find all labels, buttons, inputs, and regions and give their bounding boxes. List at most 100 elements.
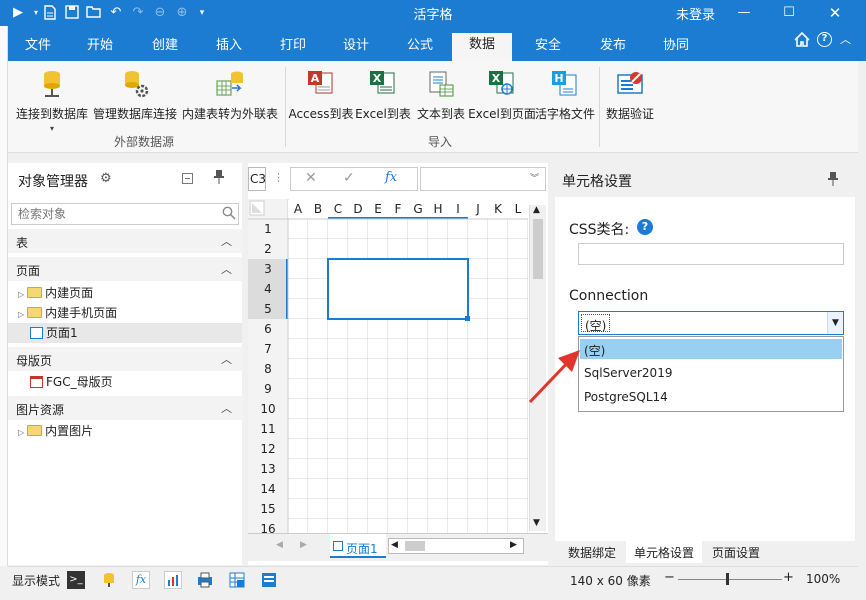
- table-mode-icon[interactable]: [228, 571, 246, 589]
- section-images[interactable]: 图片资源 ︿: [8, 396, 242, 420]
- excel-to-page-button[interactable]: X Excel到页面: [466, 69, 538, 122]
- function-icon[interactable]: fx: [385, 170, 397, 185]
- column-header[interactable]: B: [308, 200, 328, 218]
- cancel-icon[interactable]: ✕: [305, 170, 317, 186]
- column-header[interactable]: H: [428, 200, 448, 218]
- row-header[interactable]: 13: [248, 459, 288, 479]
- tree-item-mobile-pages[interactable]: ▷ 内建手机页面: [18, 303, 117, 323]
- zoom-slider-track[interactable]: [678, 579, 782, 580]
- zoom-slider-thumb[interactable]: [726, 573, 729, 585]
- close-icon[interactable]: ✕: [820, 2, 850, 24]
- chart-mode-icon[interactable]: [164, 571, 182, 589]
- row-header[interactable]: 9: [248, 379, 288, 399]
- pin-icon[interactable]: [828, 172, 838, 189]
- confirm-icon[interactable]: ✓: [343, 170, 355, 186]
- manage-connections-button[interactable]: 管理数据库连接: [92, 69, 178, 122]
- formula-mode-icon[interactable]: fx: [132, 571, 150, 589]
- row-header[interactable]: 10: [248, 399, 288, 419]
- column-header[interactable]: K: [488, 200, 508, 218]
- row-header[interactable]: 14: [248, 479, 288, 499]
- formula-input[interactable]: ︾: [420, 167, 546, 191]
- scroll-right-icon[interactable]: ▶: [510, 540, 517, 550]
- access-to-table-button[interactable]: A Access到表: [288, 69, 354, 122]
- tab-formula[interactable]: 公式: [407, 34, 433, 53]
- tab-cell-settings[interactable]: 单元格设置: [626, 541, 703, 563]
- zoom-out-button[interactable]: −: [664, 570, 675, 585]
- column-header[interactable]: J: [468, 200, 488, 218]
- tab-collaborate[interactable]: 协同: [663, 34, 689, 53]
- expand-arrow-icon[interactable]: ▷: [18, 428, 24, 437]
- expand-arrow-icon[interactable]: ▷: [18, 290, 24, 299]
- row-header[interactable]: 2: [248, 239, 288, 259]
- zoom-in-button[interactable]: +: [783, 570, 794, 585]
- h-scroll-thumb[interactable]: [405, 541, 425, 551]
- column-header[interactable]: A: [288, 200, 308, 218]
- row-header[interactable]: 8: [248, 359, 288, 379]
- tab-print[interactable]: 打印: [280, 34, 306, 53]
- tab-home[interactable]: 开始: [87, 34, 113, 53]
- row-header[interactable]: 1: [248, 219, 288, 239]
- tab-data[interactable]: 数据: [452, 33, 513, 61]
- collapse-all-icon[interactable]: [182, 173, 193, 184]
- section-pages[interactable]: 页面 ︿: [8, 257, 242, 281]
- expand-formula-icon[interactable]: ︾: [530, 171, 539, 184]
- css-class-input[interactable]: [578, 243, 844, 265]
- tab-data-binding[interactable]: 数据绑定: [568, 544, 616, 561]
- tree-item-builtin-images[interactable]: ▷ 内置图片: [18, 421, 93, 441]
- row-header[interactable]: 15: [248, 499, 288, 519]
- row-header[interactable]: 7: [248, 339, 288, 359]
- column-header[interactable]: F: [388, 200, 408, 218]
- section-master-pages[interactable]: 母版页 ︿: [8, 347, 242, 371]
- help-icon[interactable]: ?: [817, 32, 832, 47]
- gear-icon[interactable]: ⚙: [100, 171, 112, 186]
- next-sheet-icon[interactable]: ▶: [300, 540, 307, 550]
- minimize-icon[interactable]: —: [729, 2, 759, 24]
- section-table[interactable]: 表 ︿: [8, 229, 242, 253]
- column-header[interactable]: I: [448, 200, 468, 218]
- tree-item-builtin-pages[interactable]: ▷ 内建页面: [18, 283, 93, 303]
- excel-to-table-button[interactable]: X Excel到表: [354, 69, 412, 122]
- scroll-thumb[interactable]: [533, 219, 543, 279]
- row-header[interactable]: 16: [248, 519, 288, 533]
- help-icon[interactable]: ?: [637, 219, 653, 235]
- scroll-left-icon[interactable]: ◀: [391, 540, 398, 550]
- more-icon[interactable]: ⋮: [273, 171, 284, 184]
- text-to-table-button[interactable]: 文本到表: [412, 69, 470, 122]
- database-mode-icon[interactable]: [100, 571, 118, 589]
- scroll-down-icon[interactable]: ▼: [533, 518, 540, 528]
- sheet-tab-page1[interactable]: 页面1: [330, 534, 386, 558]
- horizontal-scrollbar[interactable]: ◀ ▶: [388, 538, 524, 554]
- dropdown-option[interactable]: PostgreSQL14: [580, 387, 842, 407]
- column-header[interactable]: D: [348, 200, 368, 218]
- tab-file[interactable]: 文件: [25, 34, 51, 53]
- dropdown-option[interactable]: SqlServer2019: [580, 363, 842, 383]
- column-header[interactable]: L: [508, 200, 528, 218]
- row-header[interactable]: 5: [248, 299, 288, 319]
- terminal-icon[interactable]: >_: [67, 571, 85, 589]
- row-header[interactable]: 3: [248, 259, 288, 279]
- form-mode-icon[interactable]: [260, 571, 278, 589]
- connect-database-button[interactable]: 连接到数据库 ▾: [14, 69, 90, 133]
- prev-sheet-icon[interactable]: ◀: [276, 540, 283, 550]
- collapse-ribbon-icon[interactable]: ︿: [840, 31, 851, 47]
- data-validation-button[interactable]: 数据验证: [602, 69, 658, 122]
- tab-publish[interactable]: 发布: [600, 34, 626, 53]
- column-header[interactable]: C: [328, 200, 348, 218]
- tab-insert[interactable]: 插入: [216, 34, 242, 53]
- tab-create[interactable]: 创建: [152, 34, 178, 53]
- connection-select[interactable]: (空) ▼: [578, 311, 844, 335]
- row-header[interactable]: 6: [248, 319, 288, 339]
- name-box[interactable]: C3: [248, 167, 266, 191]
- expand-arrow-icon[interactable]: ▷: [18, 310, 24, 319]
- row-header[interactable]: 4: [248, 279, 288, 299]
- tab-security[interactable]: 安全: [535, 34, 561, 53]
- scroll-up-icon[interactable]: ▲: [533, 205, 540, 215]
- row-header[interactable]: 12: [248, 439, 288, 459]
- maximize-icon[interactable]: ☐: [774, 2, 804, 24]
- chevron-down-icon[interactable]: ▼: [827, 312, 843, 334]
- login-status[interactable]: 未登录: [676, 4, 715, 23]
- convert-external-table-button[interactable]: 内建表转为外联表: [180, 69, 280, 122]
- tree-item-page1[interactable]: 页面1: [8, 323, 242, 343]
- tab-page-settings[interactable]: 页面设置: [712, 544, 760, 561]
- tab-design[interactable]: 设计: [343, 34, 369, 53]
